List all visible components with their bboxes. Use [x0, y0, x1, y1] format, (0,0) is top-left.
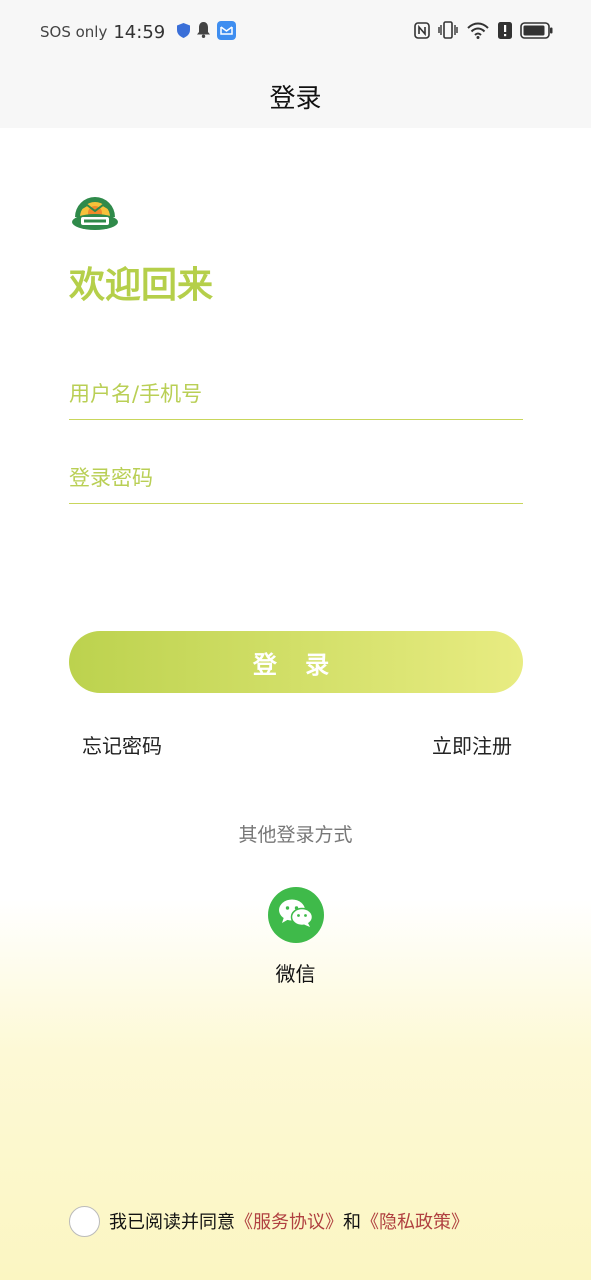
app-logo	[69, 189, 121, 231]
alert-icon	[498, 21, 512, 43]
wechat-icon	[278, 898, 314, 932]
status-bar-right	[414, 21, 553, 43]
agreement-row: 我已阅读并同意 《服务协议》 和 《隐私政策》	[69, 1205, 469, 1237]
register-link[interactable]: 立即注册	[432, 730, 512, 759]
forgot-password-link[interactable]: 忘记密码	[82, 730, 162, 759]
agreement-prefix: 我已阅读并同意	[109, 1212, 235, 1233]
clock: 14:59	[113, 21, 166, 43]
username-input[interactable]	[69, 381, 523, 406]
mail-app-icon	[217, 20, 237, 44]
password-input[interactable]	[69, 465, 523, 490]
status-bar-left: SOS only 14:59	[40, 20, 237, 44]
privacy-policy-link[interactable]: 《隐私政策》	[361, 1208, 469, 1234]
username-field-container	[69, 368, 523, 420]
other-login-label: 其他登录方式	[238, 824, 353, 846]
agreement-conjunction: 和	[343, 1212, 361, 1233]
login-button[interactable]: 登 录	[69, 631, 523, 693]
service-agreement-link[interactable]: 《服务协议》	[235, 1208, 343, 1234]
page-title: 登录	[269, 83, 322, 114]
nfc-icon	[414, 21, 430, 43]
wechat-label: 微信	[275, 962, 316, 986]
vibrate-icon	[438, 21, 458, 43]
carrier-text: SOS only	[40, 23, 108, 41]
status-bar: SOS only 14:59	[0, 0, 591, 64]
bell-icon	[196, 22, 211, 42]
agreement-checkbox[interactable]	[69, 1205, 100, 1237]
wifi-icon	[466, 21, 490, 43]
welcome-heading: 欢迎回来	[69, 265, 214, 306]
password-field-container	[69, 452, 523, 504]
title-bar: 登录	[0, 64, 591, 128]
shield-icon	[177, 22, 191, 42]
wechat-login-button[interactable]	[268, 887, 324, 943]
battery-icon	[520, 21, 553, 43]
